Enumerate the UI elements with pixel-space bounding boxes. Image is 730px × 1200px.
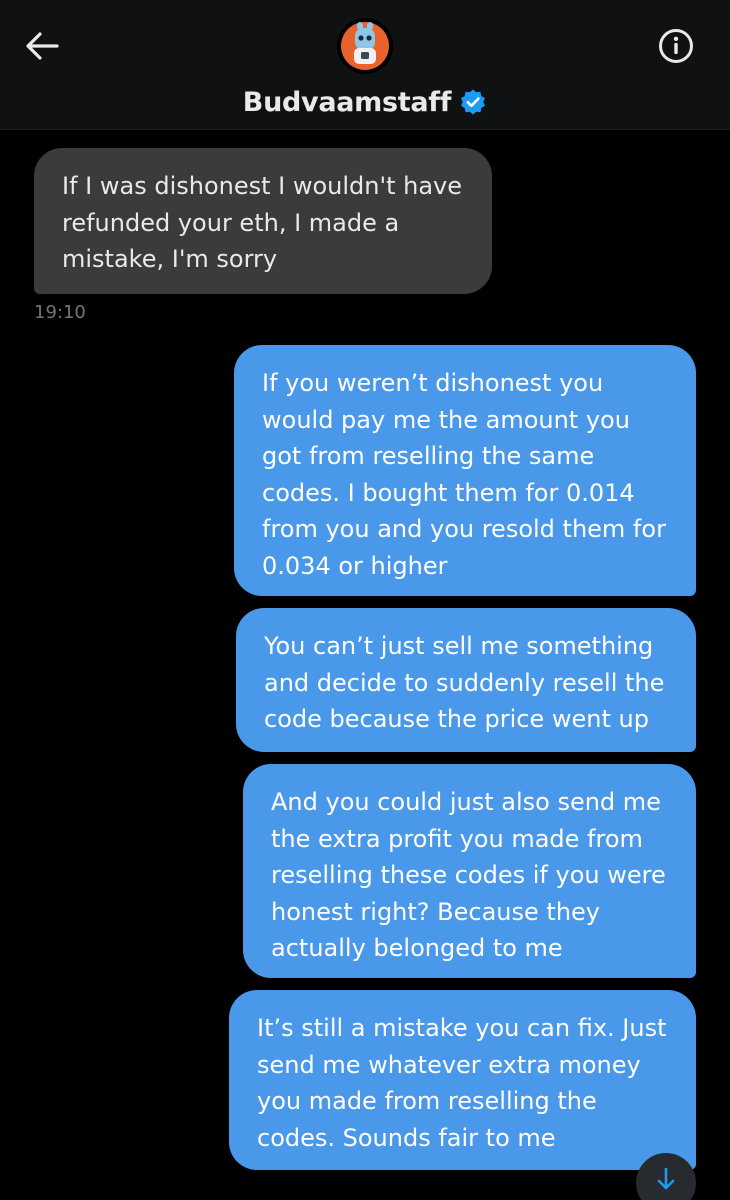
message-bubble-incoming[interactable]: If I was dishonest I wouldn't have refun… (34, 148, 492, 294)
message-timestamp: 19:10 (34, 302, 86, 323)
message-bubble-outgoing[interactable]: You can’t just sell me something and dec… (236, 608, 696, 752)
message-text: If you weren’t dishonest you would pay m… (262, 369, 666, 580)
arrow-left-icon (26, 32, 59, 60)
message-text: If I was dishonest I wouldn't have refun… (62, 172, 463, 273)
message-bubble-outgoing[interactable]: It’s still a mistake you can fix. Just s… (229, 990, 696, 1170)
message-bubble-outgoing[interactable]: And you could just also send me the extr… (243, 764, 696, 978)
page-title: Budvaamstaff (242, 86, 452, 118)
conversation-info-button[interactable] (656, 26, 696, 66)
info-circle-icon (659, 29, 693, 63)
verified-badge-icon (461, 89, 486, 115)
avatar[interactable] (337, 18, 393, 74)
message-bubble-outgoing[interactable]: If you weren’t dishonest you would pay m… (234, 345, 696, 596)
message-text: You can’t just sell me something and dec… (264, 632, 665, 733)
message-text: And you could just also send me the extr… (271, 788, 666, 962)
dm-conversation-screen: Budvaamstaff If I was dishonest I wouldn… (0, 0, 730, 1200)
message-text: It’s still a mistake you can fix. Just s… (257, 1014, 667, 1152)
avatar-image (337, 18, 393, 74)
conversation-header: Budvaamstaff (0, 0, 730, 130)
conversation-title-row[interactable]: Budvaamstaff (0, 84, 730, 120)
back-button[interactable] (22, 26, 62, 66)
arrow-down-icon (657, 1167, 675, 1190)
